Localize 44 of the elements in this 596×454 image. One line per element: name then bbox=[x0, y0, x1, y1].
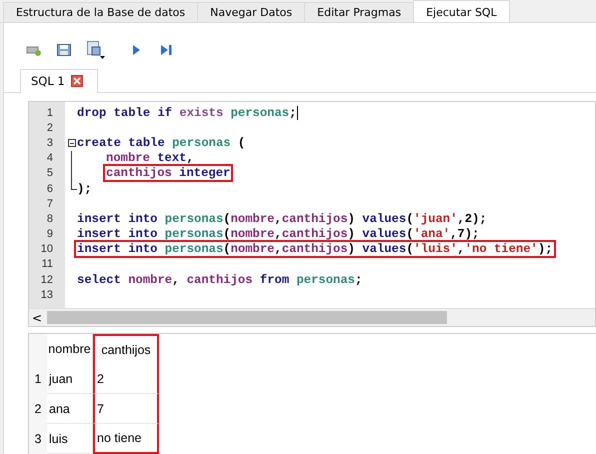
code-line: create table personas ( bbox=[76, 136, 246, 150]
table-cell: luis bbox=[47, 424, 93, 454]
tab-label[interactable]: SQL 1 bbox=[31, 74, 65, 88]
line-number: 13 bbox=[40, 288, 54, 301]
code-line: drop table if exists personas; bbox=[76, 106, 298, 120]
code-line: canthijos integer bbox=[105, 166, 232, 180]
tab[interactable]: Editar Pragmas bbox=[304, 2, 414, 22]
line-number: 3 bbox=[46, 136, 54, 149]
editor-tab[interactable]: SQL 1 bbox=[20, 69, 98, 93]
table-cell: 2 bbox=[93, 364, 159, 394]
tab[interactable]: Estructura de la Base de datos bbox=[3, 2, 198, 22]
code-line: insert into personas(nombre,canthijos) values('luis','no tiene'); bbox=[76, 242, 554, 256]
tab[interactable]: Ejecutar SQL bbox=[413, 0, 510, 22]
fold-toggle-icon[interactable] bbox=[68, 139, 76, 148]
table-cell: no tiene bbox=[93, 424, 159, 454]
play-line-icon[interactable] bbox=[158, 42, 174, 58]
row-header[interactable]: 1 bbox=[29, 364, 47, 394]
row-header[interactable]: 3 bbox=[29, 424, 47, 454]
table-cell: juan bbox=[47, 364, 93, 394]
close-icon[interactable] bbox=[70, 75, 83, 87]
line-number: 10 bbox=[40, 243, 54, 256]
line-number: 4 bbox=[46, 152, 54, 164]
save-menu-icon[interactable] bbox=[86, 40, 106, 60]
line-number: 11 bbox=[40, 258, 54, 270]
table-cell: ana bbox=[47, 394, 93, 424]
line-number: 6 bbox=[46, 182, 54, 195]
line-number: 2 bbox=[46, 122, 54, 134]
line-number: 12 bbox=[40, 274, 54, 286]
code-line: ); bbox=[76, 182, 93, 196]
column-header[interactable]: canthijos bbox=[93, 334, 159, 364]
code-line: select nombre, canthijos from personas; bbox=[76, 272, 364, 287]
line-number: 9 bbox=[46, 228, 54, 240]
row-header[interactable]: 2 bbox=[29, 394, 47, 424]
line-number: 5 bbox=[46, 167, 54, 180]
line-number: 1 bbox=[46, 106, 54, 119]
scrollbar-thumb[interactable] bbox=[47, 311, 447, 324]
line-number: 8 bbox=[46, 212, 54, 225]
tab[interactable]: Navegar Datos bbox=[197, 2, 306, 22]
code-line: insert into personas(nombre,canthijos) values('ana',7); bbox=[76, 227, 480, 242]
code-line: nombre text, bbox=[105, 151, 195, 166]
line-number: 7 bbox=[46, 198, 54, 210]
code-line: insert into personas(nombre,canthijos) values('juan',2); bbox=[76, 212, 488, 226]
table-cell: 7 bbox=[93, 394, 159, 424]
column-header[interactable]: nombre bbox=[47, 334, 93, 364]
